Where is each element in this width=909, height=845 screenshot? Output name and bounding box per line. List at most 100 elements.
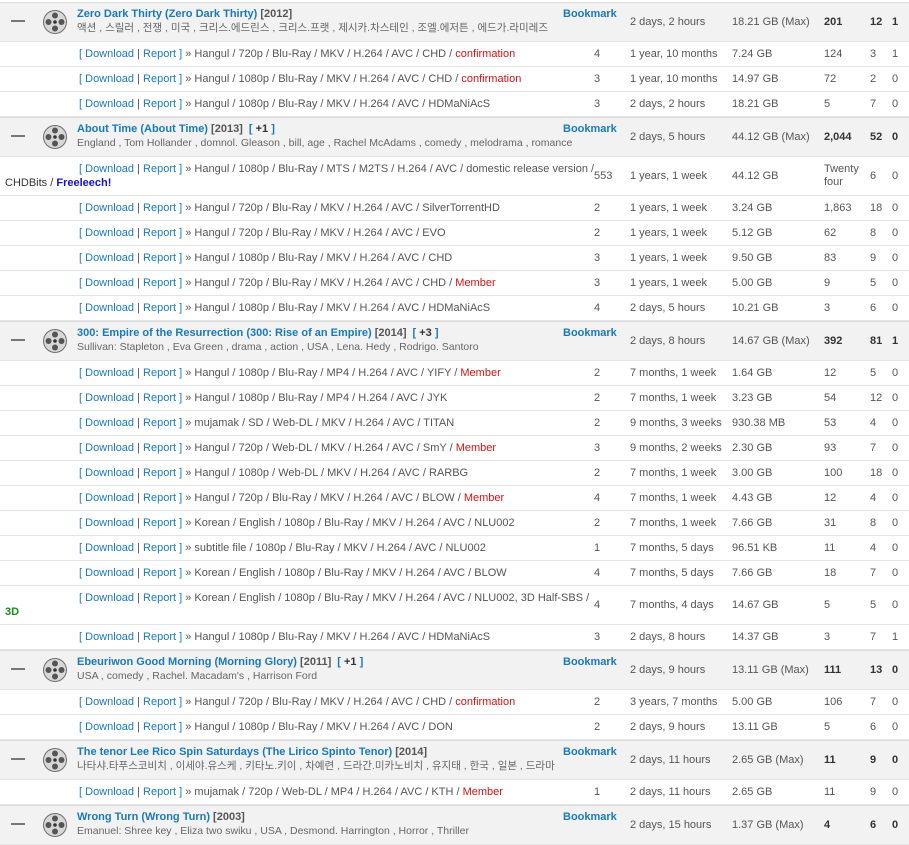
torrent-description: [ Download | Report ] » Hangul / 1080p /… [79, 98, 490, 110]
collapse-toggle[interactable] [8, 133, 28, 140]
report-link[interactable]: Report [143, 631, 176, 643]
bracket-close: ] [359, 656, 364, 668]
more-versions-badge[interactable]: [ +3 ] [413, 327, 439, 339]
download-link[interactable]: Download [85, 517, 134, 529]
torrent-format[interactable]: Korean / English / 1080p / Blu-Ray / MKV… [194, 517, 514, 529]
torrent-format[interactable]: subtitle file / 1080p / Blu-Ray / MKV / … [194, 542, 485, 554]
download-link[interactable]: Download [85, 442, 134, 454]
movie-title-link[interactable]: Ebeuriwon Good Morning (Morning Glory) [77, 656, 297, 668]
snatched-count: 3 [824, 631, 831, 643]
torrent-format[interactable]: mujamak / 720p / Web-DL / MP4 / H.264 / … [194, 786, 462, 798]
report-link[interactable]: Report [143, 592, 176, 604]
collapse-toggle[interactable] [8, 756, 28, 763]
download-link[interactable]: Download [85, 48, 134, 60]
bookmark-link[interactable]: Bookmark [563, 123, 617, 135]
download-link[interactable]: Download [85, 721, 134, 733]
collapse-toggle[interactable] [8, 337, 28, 344]
separator: | [134, 163, 144, 175]
movie-title-link[interactable]: 300: Empire of the Resurrection (300: Ri… [77, 327, 372, 339]
torrent-format[interactable]: Hangul / 1080p / Blu-Ray / MKV / H.264 /… [194, 252, 452, 264]
snatched-count: 18 [824, 567, 837, 579]
download-link[interactable]: Download [85, 631, 134, 643]
torrent-format[interactable]: Korean / English / 1080p / Blu-Ray / MKV… [194, 567, 506, 579]
report-link[interactable]: Report [143, 721, 176, 733]
torrent-format[interactable]: Korean / English / 1080p / Blu-Ray / MKV… [194, 592, 589, 604]
download-link[interactable]: Download [85, 73, 134, 85]
download-link[interactable]: Download [85, 163, 134, 175]
bookmark-link[interactable]: Bookmark [563, 811, 617, 823]
collapse-toggle[interactable] [8, 18, 28, 25]
arrow: » [182, 227, 195, 239]
report-link[interactable]: Report [143, 367, 176, 379]
collapse-toggle[interactable] [8, 666, 28, 673]
bookmark-link[interactable]: Bookmark [563, 8, 617, 20]
bookmark-link[interactable]: Bookmark [563, 656, 617, 668]
download-link[interactable]: Download [85, 392, 134, 404]
more-versions-badge[interactable]: [ +1 ] [337, 656, 363, 668]
report-link[interactable]: Report [143, 467, 176, 479]
leechers-count: 0 [892, 664, 899, 676]
download-link[interactable]: Download [85, 542, 134, 554]
torrent-format[interactable]: Hangul / 720p / Blu-Ray / MKV / H.264 / … [194, 202, 499, 214]
report-link[interactable]: Report [143, 48, 176, 60]
seeders-count: 2 [870, 73, 877, 85]
report-link[interactable]: Report [143, 98, 176, 110]
torrent-format[interactable]: Hangul / 1080p / Blu-Ray / MTS / M2TS / … [194, 163, 594, 175]
torrent-format[interactable]: Hangul / 1080p / Web-DL / MKV / H.264 / … [194, 467, 468, 479]
torrent-format[interactable]: Hangul / 720p / Blu-Ray / MKV / H.264 / … [194, 48, 455, 60]
torrent-format[interactable]: Hangul / 1080p / Blu-Ray / MKV / H.264 /… [194, 73, 461, 85]
download-link[interactable]: Download [85, 202, 134, 214]
torrent-format[interactable]: Hangul / 1080p / Blu-Ray / MKV / H.264 /… [194, 302, 490, 314]
report-link[interactable]: Report [143, 252, 176, 264]
download-link[interactable]: Download [85, 252, 134, 264]
torrent-format[interactable]: Hangul / 720p / Web-DL / MKV / H.264 / A… [194, 442, 455, 454]
download-link[interactable]: Download [85, 302, 134, 314]
download-link[interactable]: Download [85, 696, 134, 708]
report-link[interactable]: Report [143, 696, 176, 708]
download-link[interactable]: Download [85, 277, 134, 289]
report-link[interactable]: Report [143, 277, 176, 289]
report-link[interactable]: Report [143, 392, 176, 404]
download-link[interactable]: Download [85, 567, 134, 579]
torrent-format[interactable]: Hangul / 720p / Blu-Ray / MKV / H.264 / … [194, 696, 455, 708]
torrent-format[interactable]: Hangul / 1080p / Blu-Ray / MKV / H.264 /… [194, 98, 490, 110]
torrent-format[interactable]: Hangul / 720p / Blu-Ray / MKV / H.264 / … [194, 277, 455, 289]
movie-title-link[interactable]: About Time (About Time) [77, 123, 208, 135]
download-link[interactable]: Download [85, 227, 134, 239]
movie-title-link[interactable]: Zero Dark Thirty (Zero Dark Thirty) [77, 8, 257, 20]
more-versions-badge[interactable]: [ +1 ] [249, 123, 275, 135]
torrent-format[interactable]: Hangul / 1080p / Blu-Ray / MP4 / H.264 /… [194, 392, 447, 404]
download-link[interactable]: Download [85, 592, 134, 604]
report-link[interactable]: Report [143, 202, 176, 214]
torrent-format[interactable]: Hangul / 1080p / Blu-Ray / MKV / H.264 /… [194, 721, 452, 733]
report-link[interactable]: Report [143, 73, 176, 85]
film-reel-icon [42, 328, 68, 357]
download-link[interactable]: Download [85, 492, 134, 504]
report-link[interactable]: Report [143, 417, 176, 429]
leechers-count: 0 [892, 599, 899, 611]
movie-title-link[interactable]: The tenor Lee Rico Spin Saturdays (The L… [77, 746, 392, 758]
report-link[interactable]: Report [143, 302, 176, 314]
report-link[interactable]: Report [143, 517, 176, 529]
report-link[interactable]: Report [143, 227, 176, 239]
torrent-format[interactable]: Hangul / 720p / Blu-Ray / MKV / H.264 / … [194, 227, 445, 239]
torrent-format[interactable]: Hangul / 720p / Blu-Ray / MKV / H.264 / … [194, 492, 463, 504]
download-link[interactable]: Download [85, 98, 134, 110]
bookmark-link[interactable]: Bookmark [563, 746, 617, 758]
torrent-format[interactable]: Hangul / 1080p / Blu-Ray / MP4 / H.264 /… [194, 367, 460, 379]
download-link[interactable]: Download [85, 467, 134, 479]
download-link[interactable]: Download [85, 417, 134, 429]
download-link[interactable]: Download [85, 367, 134, 379]
report-link[interactable]: Report [143, 786, 176, 798]
report-link[interactable]: Report [143, 442, 176, 454]
collapse-toggle[interactable] [8, 821, 28, 828]
movie-title-link[interactable]: Wrong Turn (Wrong Turn) [77, 811, 210, 823]
report-link[interactable]: Report [143, 567, 176, 579]
bookmark-link[interactable]: Bookmark [563, 327, 617, 339]
torrent-format[interactable]: mujamak / SD / Web-DL / MKV / H.264 / AV… [194, 417, 454, 429]
torrent-format[interactable]: Hangul / 1080p / Blu-Ray / MKV / H.264 /… [194, 631, 490, 643]
download-link[interactable]: Download [85, 786, 134, 798]
report-link[interactable]: Report [143, 492, 176, 504]
report-link[interactable]: Report [143, 163, 176, 175]
report-link[interactable]: Report [143, 542, 176, 554]
